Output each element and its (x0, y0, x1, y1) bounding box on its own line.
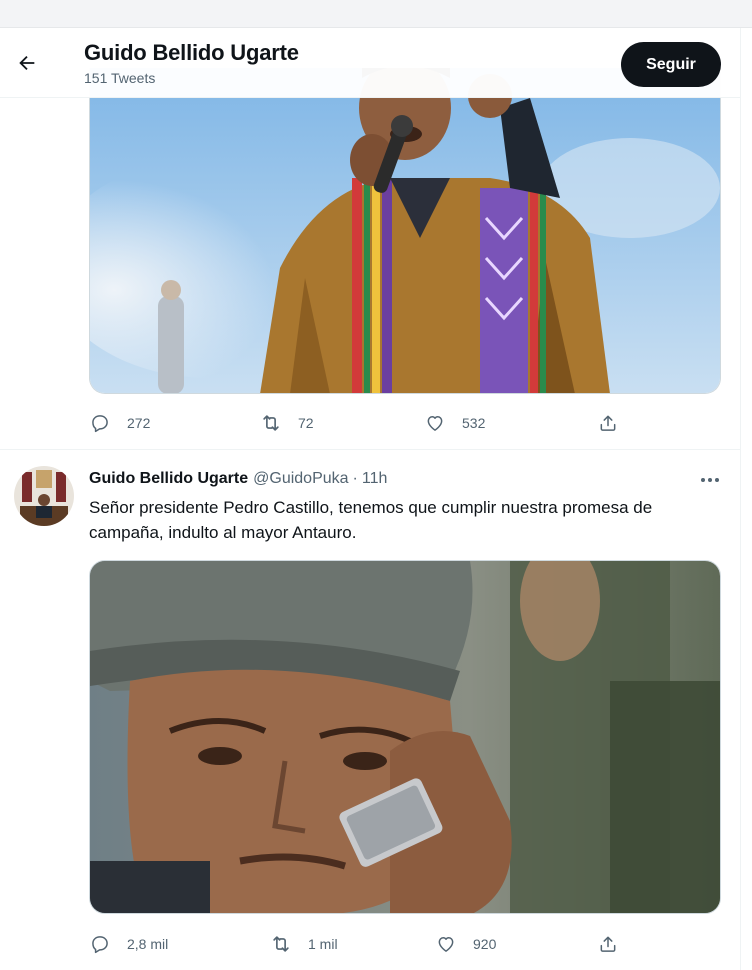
reply-button[interactable]: 272 (89, 406, 150, 440)
tweet-timestamp[interactable]: 11h (362, 470, 388, 488)
profile-header: Guido Bellido Ugarte 151 Tweets Seguir (0, 28, 740, 98)
tweet-photo-phone-call[interactable] (89, 560, 721, 914)
more-icon (701, 478, 719, 482)
follow-button[interactable]: Seguir (621, 42, 721, 87)
reply-icon (89, 412, 111, 434)
share-button[interactable] (597, 927, 619, 961)
tweet-divider (0, 449, 740, 450)
reply-icon (89, 933, 111, 955)
tweet2-action-bar: 2,8 mil 1 mil 920 (89, 927, 629, 961)
like-count: 532 (462, 415, 486, 431)
reply-count: 2,8 mil (127, 936, 169, 952)
reply-count: 272 (127, 415, 151, 431)
like-count: 920 (473, 936, 497, 952)
tweet-count: 151 Tweets (84, 70, 156, 86)
meta-separator: · (352, 470, 358, 487)
back-button[interactable] (8, 44, 46, 82)
arrow-left-icon (19, 55, 35, 71)
tweet1-action-bar: 272 72 532 (89, 406, 629, 440)
author-handle[interactable]: @GuidoPuka (253, 470, 348, 488)
retweet-count: 1 mil (308, 936, 338, 952)
retweet-icon (260, 412, 282, 434)
heart-icon (424, 412, 446, 434)
retweet-count: 72 (298, 415, 314, 431)
share-button[interactable] (597, 406, 619, 440)
tweet2-header: Guido Bellido Ugarte @GuidoPuka · 11h (89, 468, 387, 490)
retweet-icon (270, 933, 292, 955)
retweet-button[interactable]: 1 mil (270, 927, 338, 961)
timeline-column: Guido Bellido Ugarte 151 Tweets Seguir 2… (0, 28, 740, 970)
share-icon (597, 412, 619, 434)
avatar[interactable] (14, 466, 74, 526)
tweet-text: Señor presidente Pedro Castillo, tenemos… (89, 498, 653, 542)
heart-icon (435, 933, 457, 955)
profile-name-title: Guido Bellido Ugarte (84, 40, 299, 65)
right-scroll-gutter (740, 28, 752, 970)
browser-top-strip (0, 0, 752, 28)
more-options-button[interactable] (694, 468, 726, 492)
reply-button[interactable]: 2,8 mil (89, 927, 168, 961)
retweet-button[interactable]: 72 (260, 406, 314, 440)
like-button[interactable]: 532 (424, 406, 485, 440)
like-button[interactable]: 920 (435, 927, 496, 961)
share-icon (597, 933, 619, 955)
author-name[interactable]: Guido Bellido Ugarte (89, 470, 248, 488)
tweet-photo-speaker[interactable] (89, 68, 721, 394)
